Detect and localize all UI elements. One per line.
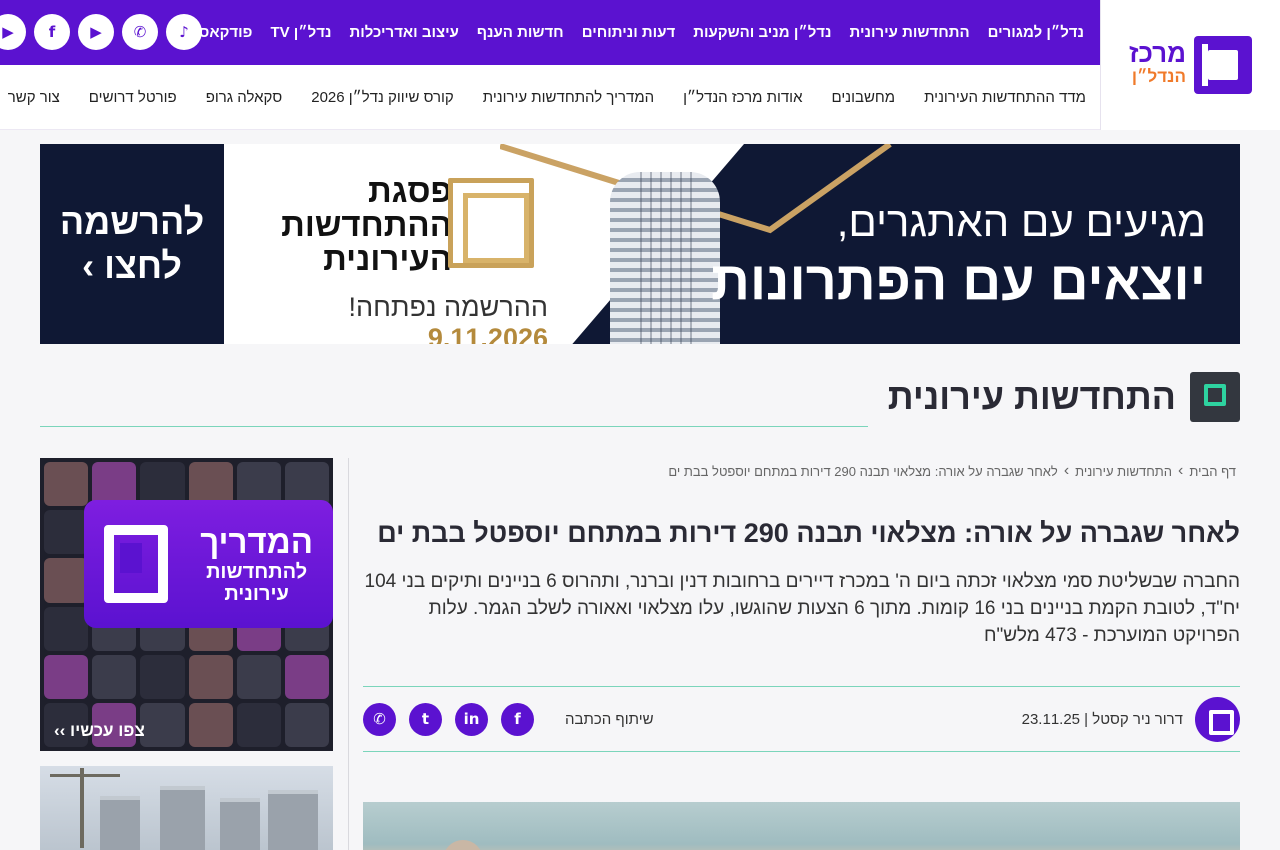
author-and-date: דרור ניר קסטל | 23.11.25 (1021, 710, 1183, 728)
summit-logo-icon (448, 178, 534, 268)
author-avatar (1195, 696, 1240, 742)
crane-shape (50, 768, 120, 848)
tiktok-icon[interactable]: ♪ (166, 14, 202, 50)
nav-marketing-course[interactable]: קורס שיווק נדל״ן 2026 (311, 89, 454, 106)
banner-pitch-line2: יוצאים עם הפתרונות (711, 251, 1206, 311)
banner-pitch-line1: מגיעים עם האתגרים, (836, 198, 1206, 245)
youtube-play-icon[interactable]: ▶ (78, 14, 114, 50)
article-meta-bar: דרור ניר קסטל | 23.11.25 שיתוף הכתבה f i… (363, 686, 1240, 752)
nav-realestate-tv[interactable]: נדל״ן TV (270, 24, 331, 41)
nav-industry-news[interactable]: חדשות הענף (477, 24, 564, 41)
logo-mark-icon (1193, 36, 1252, 94)
secondary-nav: מדד ההתחדשות העירונית מחשבונים אודות מרכ… (8, 89, 1086, 106)
building-shape (160, 786, 205, 850)
logo-text: מרכז הנדל״ן (1129, 38, 1186, 89)
nav-income-investments[interactable]: נדל״ן מניב והשקעות (693, 24, 831, 41)
breadcrumb-current: לאחר שגברה על אורה: מצלאוי תבנה 290 דירו… (668, 464, 1058, 479)
nav-design-architecture[interactable]: עיצוב ואדריכלות (349, 24, 458, 41)
section-logo-icon (1190, 372, 1240, 422)
chevron-left-icon: › (1063, 462, 1070, 479)
section-header: התחדשות עירונית (888, 372, 1240, 422)
event-date: 9.11.2026 (427, 323, 548, 344)
breadcrumb-home[interactable]: דף הבית (1189, 464, 1236, 479)
column-divider (348, 458, 349, 850)
logo-line2: הנדל״ן (1131, 67, 1186, 86)
facebook-icon[interactable]: f (34, 14, 70, 50)
nav-renewal-guide[interactable]: המדריך להתחדשות עירונית (483, 89, 654, 106)
section-title: התחדשות עירונית (887, 376, 1176, 417)
banner-register-button[interactable]: להרשמה לחצו › (40, 144, 224, 344)
event-note: ההרשמה נפתחה! (348, 292, 548, 322)
event-date-line: ההרשמה נפתחה! 9.11.2026 (248, 292, 548, 344)
breadcrumb: דף הבית › התחדשות עירונית › לאחר שגברה ע… (668, 462, 1236, 480)
nav-contact[interactable]: צור קשר (8, 89, 60, 106)
nav-urban-renewal[interactable]: התחדשות עירונית (850, 24, 970, 41)
article-lede: החברה שבשליטת סמי מצלאוי זכתה ביום ה' במ… (364, 571, 1240, 646)
ad-big: המדריך (200, 523, 313, 560)
nav-scala-group[interactable]: סקאלה גרופ (206, 89, 283, 106)
breadcrumb-category[interactable]: התחדשות עירונית (1075, 464, 1172, 479)
share-facebook-icon[interactable]: f (501, 702, 534, 736)
sidebar-article-image[interactable] (40, 766, 333, 850)
ad-line2: להתחדשות (206, 561, 308, 583)
building-shape (220, 798, 260, 850)
building-shape (100, 796, 140, 850)
summit-banner-ad[interactable]: מגיעים עם האתגרים, יוצאים עם הפתרונות פס… (40, 144, 1240, 344)
share-label: שיתוף הכתבה (565, 710, 654, 728)
main-nav: נדל״ן למגורים התחדשות עירונית נדל״ן מניב… (174, 24, 1084, 41)
secondary-nav-bar: מדד ההתחדשות העירונית מחשבונים אודות מרכ… (0, 65, 1100, 130)
share-block: שיתוף הכתבה f in t ✆ (363, 702, 654, 736)
nav-renewal-index[interactable]: מדד ההתחדשות העירונית (924, 89, 1086, 106)
ad-line3: עירונית (224, 583, 289, 605)
ad-logo-icon (104, 525, 168, 603)
event-title: פסגת ההתחדשות העירונית (281, 172, 452, 277)
nav-calculators[interactable]: מחשבונים (832, 89, 896, 106)
top-nav-bar: נדל״ן למגורים התחדשות עירונית נדל״ן מניב… (0, 0, 1100, 65)
nav-opinions[interactable]: דעות וניתוחים (582, 24, 676, 41)
article-hero-image (363, 802, 1240, 850)
logo-line1: מרכז (1129, 38, 1186, 68)
share-whatsapp-icon[interactable]: ✆ (363, 702, 396, 736)
author-block: דרור ניר קסטל | 23.11.25 (1021, 696, 1240, 742)
banner-pitch: מגיעים עם האתגרים, יוצאים עם הפתרונות (711, 196, 1206, 314)
banner-event: פסגת ההתחדשות העירונית ההרשמה נפתחה! 9.1… (248, 172, 548, 345)
watch-now-link[interactable]: צפו עכשיו ›› (54, 721, 145, 741)
share-linkedin-icon[interactable]: in (455, 702, 488, 736)
article-title: לאחר שגברה על אורה: מצלאוי תבנה 290 דירו… (377, 518, 1240, 548)
whatsapp-icon[interactable]: ✆ (122, 14, 158, 50)
ad-card-text: המדריך להתחדשות עירונית (200, 523, 313, 605)
cta-line2: לחצו › (82, 245, 182, 286)
nav-jobs-portal[interactable]: פורטל דרושים (89, 89, 177, 106)
nav-about[interactable]: אודות מרכז הנדל״ן (683, 89, 802, 106)
renewal-guide-ad[interactable]: המדריך להתחדשות עירונית צפו עכשיו ›› (40, 458, 333, 751)
site-logo[interactable]: מרכז הנדל״ן (1100, 0, 1280, 130)
share-twitter-icon[interactable]: t (409, 702, 442, 736)
ad-card: המדריך להתחדשות עירונית (84, 500, 333, 628)
tower-image (610, 172, 720, 344)
social-links: ▶ f ▶ ✆ ♪ (0, 14, 202, 50)
cta-line1: להרשמה (59, 201, 205, 242)
chevron-left-icon: › (1178, 462, 1184, 479)
section-divider (40, 426, 868, 427)
nav-residential[interactable]: נדל״ן למגורים (988, 24, 1084, 41)
youtube-icon[interactable]: ▶ (0, 14, 26, 50)
building-shape (268, 790, 318, 850)
